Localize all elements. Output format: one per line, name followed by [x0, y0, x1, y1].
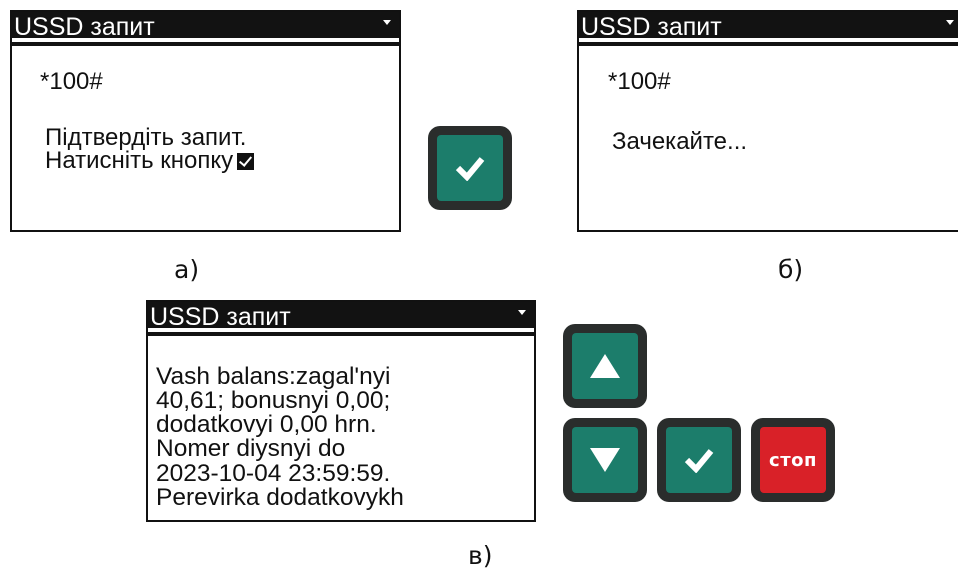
- caption-a: а): [174, 255, 200, 284]
- ussd-code: *100#: [40, 68, 103, 95]
- screen-title-bar: USSD запит: [579, 12, 958, 42]
- down-key[interactable]: [563, 418, 647, 502]
- response-line: 2023-10-04 23:59:59.: [156, 460, 391, 487]
- stop-key-label: стоп: [769, 449, 817, 471]
- please-wait-text: Зачекайте...: [612, 128, 748, 155]
- caption-b: б): [778, 255, 804, 284]
- response-line: 40,61; bonusnyi 0,00;: [156, 387, 391, 414]
- response-line: Vash balans:zagal'nyi: [156, 363, 391, 390]
- screen-title: USSD запит: [14, 13, 155, 41]
- response-line: Perevirka dodatkovykh: [156, 484, 404, 511]
- stop-key[interactable]: стоп: [751, 418, 835, 502]
- screen-panel-c: USSD запит Vash balans:zagal'nyi 40,61; …: [146, 300, 536, 522]
- screen-panel-b: USSD запит *100# Зачекайте...: [577, 10, 958, 232]
- caption-c: в): [468, 541, 493, 570]
- confirm-check-icon: [684, 449, 714, 473]
- ussd-code: *100#: [608, 68, 671, 95]
- screen-title-bar: USSD запит: [148, 302, 534, 332]
- screen-title: USSD запит: [581, 13, 722, 41]
- confirm-key[interactable]: [428, 126, 512, 210]
- screen-panel-a: USSD запит *100# Підтвердіть запит. Нати…: [10, 10, 401, 232]
- screen-title-bar: USSD запит: [12, 12, 399, 42]
- response-line: Nomer diysnyi do: [156, 435, 346, 462]
- confirm-check-icon: [455, 157, 485, 181]
- arrow-down-icon: [590, 448, 620, 472]
- press-button-text: Натисніть кнопку: [45, 149, 255, 173]
- confirm-key[interactable]: [657, 418, 741, 502]
- dropdown-indicator-icon: [946, 20, 954, 25]
- arrow-up-icon: [590, 354, 620, 378]
- checkbox-icon: [237, 153, 255, 170]
- screen-title: USSD запит: [150, 303, 291, 331]
- up-key[interactable]: [563, 324, 647, 408]
- dropdown-indicator-icon: [518, 310, 526, 315]
- response-line: dodatkovyi 0,00 hrn.: [156, 411, 377, 438]
- dropdown-indicator-icon: [383, 20, 391, 25]
